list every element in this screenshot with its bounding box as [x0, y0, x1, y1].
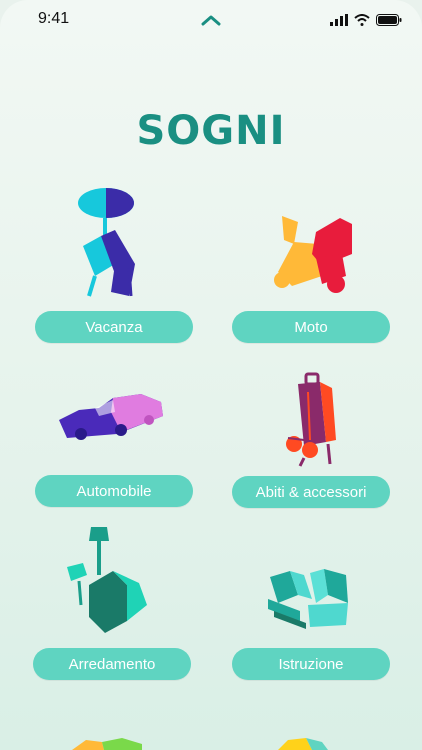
- category-tile-arredamento[interactable]: Arredamento: [33, 525, 193, 681]
- status-time: 9:41: [38, 10, 70, 27]
- vacanza-label: Vacanza: [85, 318, 143, 336]
- car-icon: [59, 394, 163, 440]
- istruzione-label: Istruzione: [278, 655, 344, 673]
- vacanza-button[interactable]: Vacanza: [35, 311, 193, 343]
- next-row-illustration-right: [278, 738, 328, 750]
- istruzione-button[interactable]: Istruzione: [232, 648, 390, 680]
- status-bar: 9:41: [0, 0, 422, 40]
- category-tile-istruzione[interactable]: Istruzione: [232, 525, 390, 681]
- category-tile-vacanza[interactable]: Vacanza: [35, 180, 193, 344]
- wifi-icon: [354, 14, 370, 26]
- abiti-accessori-label: Abiti & accessori: [255, 483, 367, 501]
- category-tile-abiti[interactable]: Abiti & accessori: [232, 370, 390, 510]
- abiti-accessori-button[interactable]: Abiti & accessori: [232, 476, 390, 508]
- beach-umbrella-chair-icon: [78, 188, 135, 297]
- chevron-up-icon[interactable]: [199, 12, 223, 28]
- cellular-signal-icon: [330, 14, 348, 26]
- next-row-illustration-left: [72, 738, 142, 750]
- arredamento-button[interactable]: Arredamento: [33, 648, 191, 680]
- scooter-icon: [274, 216, 352, 293]
- lamp-furniture-icon: [67, 527, 147, 633]
- books-icon: [268, 569, 348, 629]
- arredamento-label: Arredamento: [68, 655, 156, 673]
- suitcase-sunglasses-icon: [286, 372, 336, 467]
- automobile-button[interactable]: Automobile: [35, 475, 193, 507]
- page-title: SOGNI: [136, 108, 286, 154]
- moto-label: Moto: [294, 318, 328, 336]
- app-screen: 9:41 SOGNI Vacanza Moto Automobile Abiti…: [0, 0, 422, 750]
- automobile-label: Automobile: [76, 482, 152, 500]
- category-tile-automobile[interactable]: Automobile: [35, 370, 193, 508]
- moto-button[interactable]: Moto: [232, 311, 390, 343]
- category-tile-moto[interactable]: Moto: [232, 180, 390, 344]
- battery-icon: [376, 14, 402, 26]
